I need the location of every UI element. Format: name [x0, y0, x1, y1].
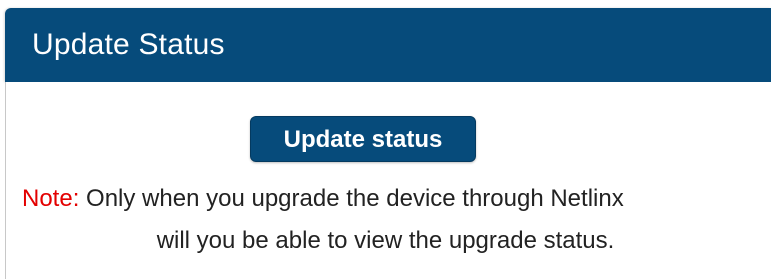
note-label: Note: [22, 185, 80, 212]
note-line-2: will you be able to view the upgrade sta… [156, 227, 615, 254]
note-text-1: Only when you upgrade the device through… [79, 185, 624, 212]
update-status-button[interactable]: Update status [250, 116, 476, 162]
note-line-1: Note: Only when you upgrade the device t… [0, 178, 771, 220]
panel-header: Update Status [5, 8, 771, 82]
upgrade-note: Note: Only when you upgrade the device t… [0, 178, 771, 262]
update-status-panel: Update Status Update status Note: Only w… [0, 0, 771, 279]
panel-title: Update Status [32, 28, 225, 61]
